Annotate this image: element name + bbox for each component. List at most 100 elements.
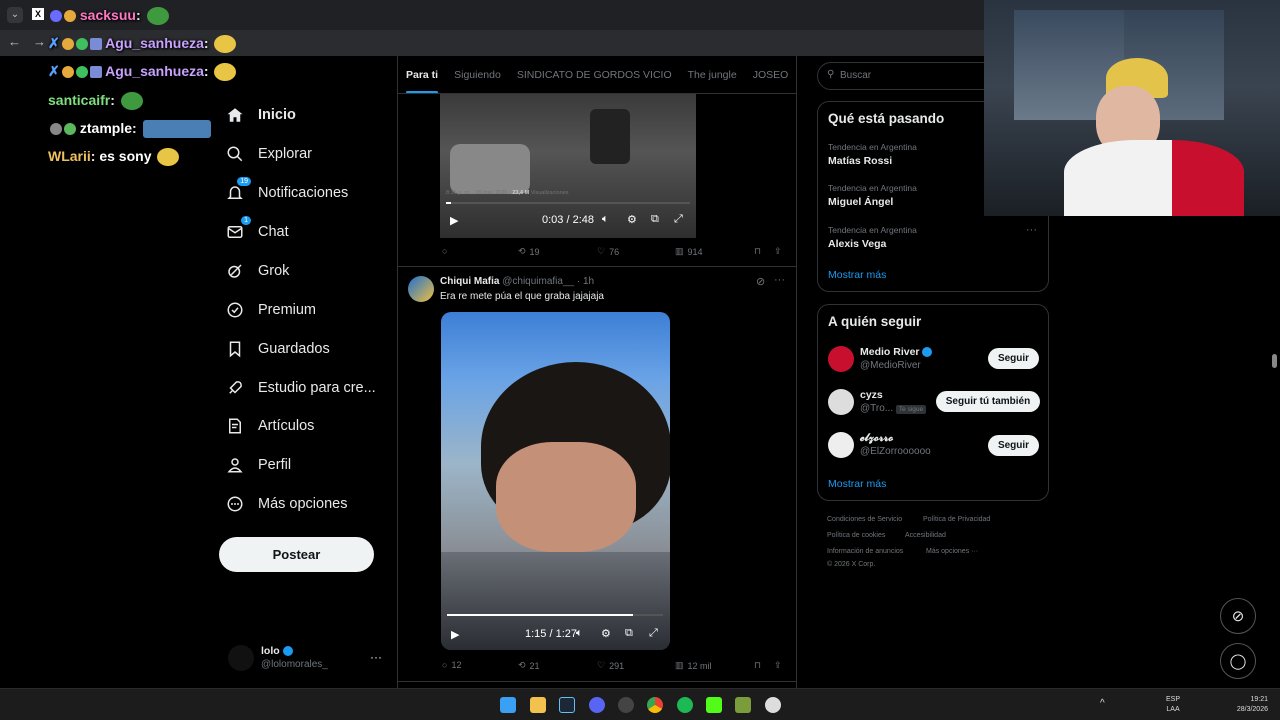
who-to-follow-show-more[interactable]: Mostrar más <box>828 478 886 490</box>
retweet-count: 21 <box>529 660 540 671</box>
nav-item-premium[interactable]: Premium <box>226 295 316 325</box>
tab-search-button[interactable]: ⌄ <box>7 7 23 23</box>
nav-item-inicio[interactable]: Inicio <box>226 100 296 130</box>
kick-icon[interactable] <box>706 697 722 713</box>
follow-name[interactable]: 𝓮𝓵𝔃𝓸𝓻𝓻𝓸 <box>860 432 893 445</box>
views-button[interactable]: ▥ 914 <box>675 246 703 257</box>
nav-item-estudio[interactable]: Estudio para cre... <box>226 373 376 403</box>
chat-username: WLarii <box>48 148 91 164</box>
nav-item-grok[interactable]: Grok <box>226 256 289 286</box>
tweet-header: Chiqui Mafia @chiquimafia__ · 1h <box>440 276 594 287</box>
retweet-button[interactable]: ⟲ 19 <box>518 246 540 257</box>
share-button[interactable]: ⇪ <box>774 660 782 671</box>
tweet-time[interactable]: · 1h <box>577 276 594 287</box>
grok-tweet-icon[interactable]: ⊘ <box>756 275 765 288</box>
steam-icon[interactable] <box>559 697 575 713</box>
nav-item-chat[interactable]: 1 Chat <box>226 216 289 247</box>
tweet-more-icon[interactable]: ··· <box>774 274 785 286</box>
account-name[interactable]: lolo <box>261 645 293 657</box>
avatar[interactable] <box>408 276 434 302</box>
views-button[interactable]: ▥ 12 mil <box>675 660 712 671</box>
reply-button[interactable]: ○ 12 <box>442 660 461 670</box>
reply-button[interactable]: ○ <box>442 246 447 256</box>
pip-icon[interactable]: ⧉ <box>651 213 659 226</box>
like-button[interactable]: ♡ 76 <box>597 246 619 257</box>
trending-show-more[interactable]: Mostrar más <box>828 269 886 281</box>
avatar[interactable] <box>228 645 254 671</box>
footer-link[interactable]: Información de anuncios <box>827 548 903 555</box>
nav-label: Estudio para cre... <box>258 380 376 396</box>
share-button[interactable]: ⇪ <box>774 246 782 257</box>
back-icon[interactable]: ← <box>8 34 21 49</box>
nav-item-notificaciones[interactable]: 19 Notificaciones <box>226 177 348 208</box>
volume-icon[interactable]: 🔈︎ <box>602 213 609 226</box>
nav-item-guardados[interactable]: Guardados <box>226 334 330 364</box>
tweet-author[interactable]: Chiqui Mafia <box>440 276 499 287</box>
video-progress-bar[interactable] <box>447 614 663 616</box>
nav-item-mas-opciones[interactable]: Más opciones <box>226 489 347 519</box>
follow-name[interactable]: Medio River <box>860 346 933 358</box>
follow-name[interactable]: cyzs <box>860 389 883 401</box>
account-more-icon[interactable]: ··· <box>370 650 382 664</box>
clock[interactable]: 19:21 28/3/2026 <box>1228 695 1268 715</box>
views-icon: ▥ <box>675 246 684 256</box>
tweet-handle[interactable]: @chiquimafia__ <box>502 276 574 287</box>
page-scrollbar[interactable] <box>1272 354 1277 368</box>
footer-link[interactable]: Política de Privacidad <box>923 516 990 523</box>
avatar[interactable] <box>828 346 854 372</box>
nav-item-explorar[interactable]: Explorar <box>226 139 312 169</box>
footer-link[interactable]: Accesibilidad <box>905 532 946 539</box>
start-icon[interactable] <box>500 697 516 713</box>
like-button[interactable]: ♡ 291 <box>597 660 624 671</box>
chrome-icon[interactable] <box>647 697 663 713</box>
avatar[interactable] <box>828 432 854 458</box>
file-explorer-icon[interactable] <box>530 697 546 713</box>
tray-chevron-icon[interactable]: ^ <box>1100 698 1105 709</box>
footer-link[interactable]: Más opciones ··· <box>926 548 978 555</box>
tab-the-jungle[interactable]: The jungle <box>680 56 745 93</box>
app-icon[interactable] <box>735 697 751 713</box>
tweet-video-thumbnail[interactable] <box>441 312 670 650</box>
volume-icon[interactable]: 🔈︎ <box>576 627 583 640</box>
tab-siguiendo[interactable]: Siguiendo <box>446 56 509 93</box>
messages-floating-icon[interactable]: ◯ <box>1220 643 1256 679</box>
pip-icon[interactable]: ⧉ <box>625 627 633 640</box>
play-icon[interactable]: ▶ <box>450 214 458 227</box>
language-indicator[interactable]: ESP LAA <box>1166 695 1180 715</box>
app-icon[interactable] <box>618 697 634 713</box>
retweet-icon: ⟲ <box>518 246 526 256</box>
follow-button[interactable]: Seguir <box>988 435 1039 456</box>
footer-link[interactable]: Política de cookies <box>827 532 885 539</box>
x-favicon-icon[interactable]: X <box>32 8 44 20</box>
settings-icon[interactable]: ⚙ <box>627 213 637 226</box>
tab-joseo[interactable]: JOSEO <box>745 56 796 93</box>
video-progress-bar[interactable] <box>446 202 690 204</box>
tab-para-ti[interactable]: Para ti <box>398 56 446 93</box>
fullscreen-icon[interactable]: ⤢ <box>674 213 683 226</box>
post-button[interactable]: Postear <box>219 537 374 572</box>
tab-sindicato[interactable]: SINDICATO DE GORDOS VICIO <box>509 56 680 93</box>
retweet-button[interactable]: ⟲ 21 <box>518 660 540 671</box>
avatar[interactable] <box>828 389 854 415</box>
bookmark-button[interactable]: ⊓ <box>754 660 761 671</box>
nav-item-perfil[interactable]: Perfil <box>226 450 291 480</box>
forward-icon[interactable]: → <box>33 34 46 49</box>
follow-button[interactable]: Seguir <box>988 348 1039 369</box>
fullscreen-icon[interactable]: ⤢ <box>649 627 658 640</box>
search-icon <box>226 145 244 163</box>
trend-item[interactable]: Miguel Ángel <box>828 196 893 208</box>
footer-link[interactable]: Condiciones de Servicio <box>827 516 902 523</box>
app-icon[interactable] <box>765 697 781 713</box>
bookmark-button[interactable]: ⊓ <box>754 246 761 257</box>
spotify-icon[interactable] <box>677 697 693 713</box>
follow-back-button[interactable]: Seguir tú también <box>936 391 1040 412</box>
settings-icon[interactable]: ⚙ <box>601 627 611 640</box>
footer-copyright: © 2026 X Corp. <box>827 561 876 568</box>
trend-item[interactable]: Alexis Vega <box>828 238 886 250</box>
trend-more-icon[interactable]: ··· <box>1026 224 1037 236</box>
trend-item[interactable]: Matías Rossi <box>828 155 892 167</box>
discord-icon[interactable] <box>589 697 605 713</box>
play-icon[interactable]: ▶ <box>451 628 459 641</box>
nav-item-articulos[interactable]: Artículos <box>226 411 314 441</box>
grok-floating-icon[interactable]: ⊘ <box>1220 598 1256 634</box>
